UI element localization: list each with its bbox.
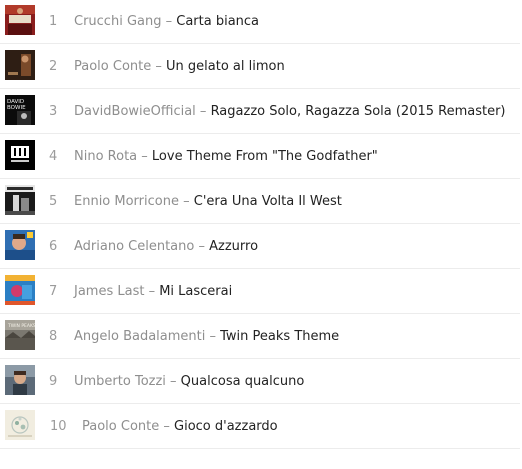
artist-title-separator: –	[161, 14, 177, 29]
qualcosa-qualcuno-cover-art	[5, 365, 35, 395]
artist-link[interactable]: James Last	[74, 284, 144, 299]
track-rank: 9	[49, 374, 58, 389]
david-bowie-cover-art: DAVID BOWIE	[5, 95, 35, 125]
track-row[interactable]: 9 Umberto Tozzi – Qualcosa qualcuno	[0, 360, 520, 404]
track-text: Nino Rota – Love Theme From "The Godfath…	[74, 135, 378, 178]
track-rank: 5	[49, 194, 58, 209]
artist-link[interactable]: Crucchi Gang	[74, 14, 161, 29]
track-row[interactable]: 5 Ennio Morricone – C'era Una Volta Il W…	[0, 180, 520, 224]
svg-text:BOWIE: BOWIE	[7, 105, 26, 111]
track-row[interactable]: 6 Adriano Celentano – Azzurro	[0, 225, 520, 269]
artist-title-separator: –	[159, 419, 175, 434]
track-rank: 10	[50, 419, 67, 434]
track-title[interactable]: Ragazzo Solo, Ragazza Sola (2015 Remaste…	[211, 104, 506, 119]
artist-link[interactable]: Adriano Celentano	[74, 239, 194, 254]
artist-title-separator: –	[144, 284, 160, 299]
morricone-cover-art	[5, 185, 35, 215]
track-title[interactable]: Twin Peaks Theme	[220, 329, 339, 344]
artist-title-separator: –	[165, 374, 181, 389]
artist-title-separator: –	[151, 59, 167, 74]
track-title[interactable]: Carta bianca	[176, 14, 259, 29]
gelato-al-limon-cover-art	[5, 50, 35, 80]
artist-title-separator: –	[178, 194, 194, 209]
track-rank: 1	[49, 14, 58, 29]
track-text: Angelo Badalamenti – Twin Peaks Theme	[74, 315, 339, 358]
artist-link[interactable]: Angelo Badalamenti	[74, 329, 205, 344]
track-text: Umberto Tozzi – Qualcosa qualcuno	[74, 360, 304, 403]
artist-link[interactable]: DavidBowieOfficial	[74, 104, 196, 119]
track-title[interactable]: C'era Una Volta Il West	[194, 194, 342, 209]
artist-link[interactable]: Umberto Tozzi	[74, 374, 166, 389]
track-text: Paolo Conte – Un gelato al limon	[74, 45, 285, 88]
track-rank: 7	[49, 284, 58, 299]
track-list: 1 Crucchi Gang – Carta bianca 2 Paolo Co…	[0, 0, 522, 469]
artist-title-separator: –	[137, 149, 152, 164]
track-title[interactable]: Azzurro	[209, 239, 258, 254]
mi-lascerai-cover-art	[5, 275, 35, 305]
artist-title-separator: –	[205, 329, 221, 344]
track-title[interactable]: Gioco d'azzardo	[174, 419, 278, 434]
track-rank: 2	[49, 59, 58, 74]
track-rank: 3	[49, 104, 58, 119]
track-row[interactable]: DAVID BOWIE 3 DavidBowieOfficial – Ragaz…	[0, 90, 520, 134]
track-text: Paolo Conte – Gioco d'azzardo	[82, 405, 278, 448]
gioco-dazzardo-cover-art	[5, 410, 35, 440]
track-row[interactable]: 1 Crucchi Gang – Carta bianca	[0, 0, 520, 44]
track-rank: 6	[49, 239, 58, 254]
track-rank: 8	[49, 329, 58, 344]
artist-link[interactable]: Paolo Conte	[82, 419, 159, 434]
artist-title-separator: –	[194, 239, 210, 254]
svg-text:TWIN PEAKS: TWIN PEAKS	[7, 323, 35, 329]
track-row[interactable]: 10 Paolo Conte – Gioco d'azzardo	[0, 405, 520, 449]
azzurro-cover-art	[5, 230, 35, 260]
artist-link[interactable]: Ennio Morricone	[74, 194, 179, 209]
track-row[interactable]: 7 James Last – Mi Lascerai	[0, 270, 520, 314]
godfather-cover-art	[5, 140, 35, 170]
track-rank: 4	[49, 149, 58, 164]
track-title[interactable]: Qualcosa qualcuno	[181, 374, 305, 389]
track-row[interactable]: 2 Paolo Conte – Un gelato al limon	[0, 45, 520, 89]
twin-peaks-cover-art: TWIN PEAKS	[5, 320, 35, 350]
artist-link[interactable]: Nino Rota	[74, 149, 137, 164]
track-text: James Last – Mi Lascerai	[74, 270, 232, 313]
track-row[interactable]: 4 Nino Rota – Love Theme From "The Godfa…	[0, 135, 520, 179]
track-title[interactable]: Mi Lascerai	[159, 284, 232, 299]
carta-bianca-cover-art	[5, 5, 35, 35]
track-title[interactable]: Un gelato al limon	[166, 59, 285, 74]
artist-link[interactable]: Paolo Conte	[74, 59, 151, 74]
track-text: DavidBowieOfficial – Ragazzo Solo, Ragaz…	[74, 90, 506, 133]
track-title[interactable]: Love Theme From "The Godfather"	[152, 149, 378, 164]
track-text: Crucchi Gang – Carta bianca	[74, 0, 259, 43]
artist-title-separator: –	[195, 104, 211, 119]
track-row[interactable]: TWIN PEAKS 8 Angelo Badalamenti – Twin P…	[0, 315, 520, 359]
track-text: Adriano Celentano – Azzurro	[74, 225, 258, 268]
track-text: Ennio Morricone – C'era Una Volta Il Wes…	[74, 180, 342, 223]
